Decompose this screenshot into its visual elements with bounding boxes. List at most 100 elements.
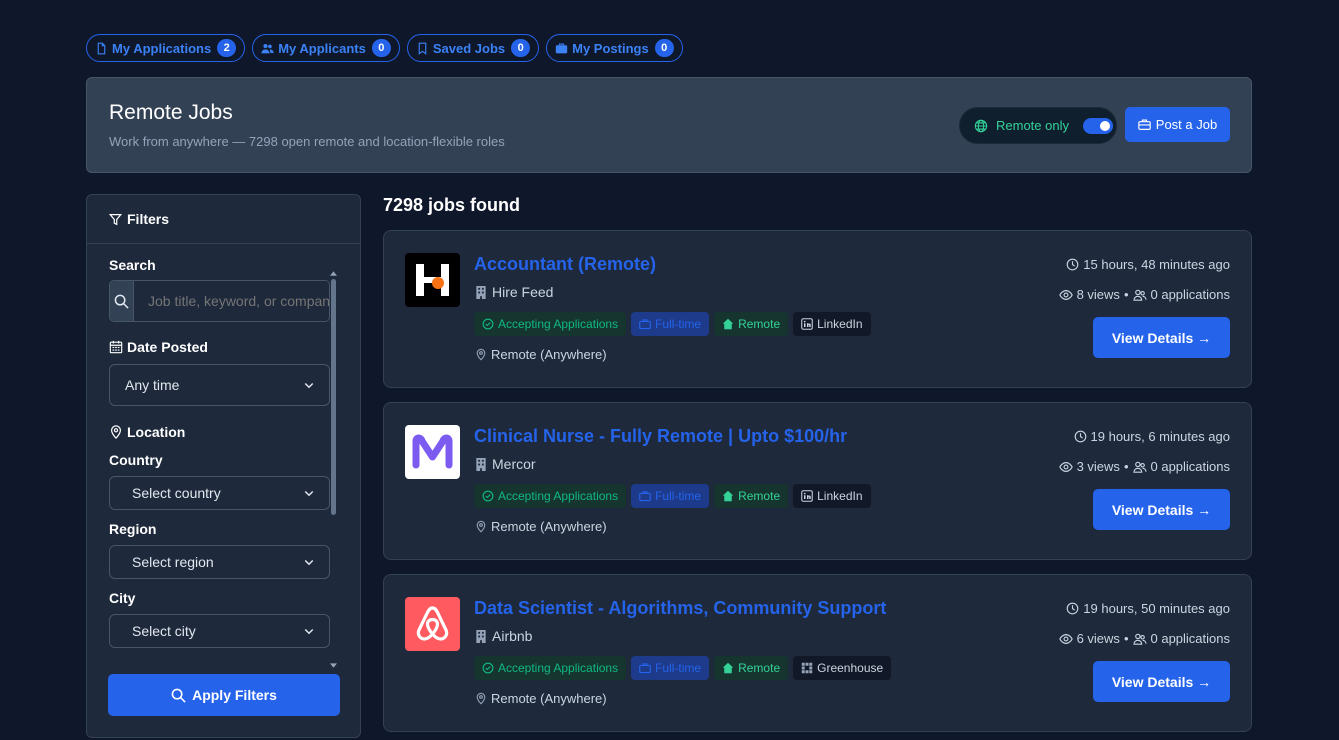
company-name: Airbnb xyxy=(475,628,532,644)
count-badge: 0 xyxy=(371,39,391,57)
chevron-down-icon xyxy=(304,490,314,497)
remote-text: Remote xyxy=(738,317,781,331)
check-circle-icon xyxy=(482,662,494,674)
remote-text: Remote xyxy=(738,489,781,503)
tab-my-applicants[interactable]: My Applicants 0 xyxy=(252,34,400,62)
remote-badge: Remote xyxy=(714,656,789,680)
tab-saved-jobs[interactable]: Saved Jobs 0 xyxy=(406,34,540,62)
applications-text: 0 applications xyxy=(1150,287,1231,302)
count-badge: 0 xyxy=(511,39,531,57)
briefcase-icon xyxy=(639,319,651,330)
job-stats: 8 views • 0 applications xyxy=(1058,287,1231,302)
location-text: Location xyxy=(127,424,186,440)
search-icon xyxy=(171,688,186,703)
toggle-switch[interactable] xyxy=(1082,117,1113,134)
briefcase-icon xyxy=(639,663,651,674)
briefcase-icon xyxy=(639,491,651,502)
job-location: Remote (Anywhere) xyxy=(475,519,607,534)
date-posted-value: Any time xyxy=(125,377,180,393)
country-select[interactable]: Select country xyxy=(109,476,330,510)
map-pin-icon xyxy=(111,425,121,439)
filters-scrollbar[interactable] xyxy=(330,271,337,668)
posted-text: 19 hours, 50 minutes ago xyxy=(1083,601,1230,616)
job-title-link[interactable]: Clinical Nurse - Fully Remote | Upto $10… xyxy=(474,426,847,447)
filter-icon xyxy=(109,213,122,225)
apply-filters-button[interactable]: Apply Filters xyxy=(108,674,340,716)
views-text: 3 views xyxy=(1076,459,1120,474)
post-job-button[interactable]: Post a Job xyxy=(1125,107,1230,142)
house-icon xyxy=(722,490,734,502)
page-title: Remote Jobs xyxy=(109,101,233,124)
job-location: Remote (Anywhere) xyxy=(475,691,607,706)
apply-filters-label: Apply Filters xyxy=(192,687,277,703)
status-text: Accepting Applications xyxy=(498,661,619,675)
calendar-icon xyxy=(109,340,123,354)
posted-time: 19 hours, 6 minutes ago xyxy=(1074,429,1230,444)
location-text: Remote (Anywhere) xyxy=(491,519,607,534)
house-icon xyxy=(722,662,734,674)
search-label: Search xyxy=(109,257,156,273)
source-badge: Greenhouse xyxy=(793,656,892,680)
tab-my-applications[interactable]: My Applications 2 xyxy=(86,34,246,62)
job-card: Accountant (Remote) Hire Feed Accepting … xyxy=(383,230,1252,388)
city-select[interactable]: Select city xyxy=(109,614,330,648)
users-icon xyxy=(1132,289,1147,301)
job-badges: Accepting Applications Full-time Remote … xyxy=(474,656,892,680)
users-icon xyxy=(261,43,274,53)
view-details-button[interactable]: View Details → xyxy=(1093,489,1230,530)
tab-label: My Applicants xyxy=(278,40,366,56)
source-text: Greenhouse xyxy=(817,661,884,675)
remote-only-toggle[interactable]: Remote only xyxy=(959,107,1117,144)
briefcase-icon xyxy=(555,42,568,53)
company-name: Hire Feed xyxy=(475,284,553,300)
tab-my-postings[interactable]: My Postings 0 xyxy=(546,34,683,62)
scroll-down-arrow-icon xyxy=(330,663,337,668)
view-details-button[interactable]: View Details → xyxy=(1093,317,1230,358)
filters-heading: Filters xyxy=(127,211,170,227)
job-title-link[interactable]: Accountant (Remote) xyxy=(474,254,656,275)
job-type-text: Full-time xyxy=(655,661,702,675)
region-select[interactable]: Select region xyxy=(109,545,330,579)
check-circle-icon xyxy=(482,318,494,330)
remote-badge: Remote xyxy=(714,312,789,336)
chevron-down-icon xyxy=(304,559,314,566)
job-card: Clinical Nurse - Fully Remote | Upto $10… xyxy=(383,402,1252,560)
source-badge: LinkedIn xyxy=(793,312,871,336)
search-icon-box xyxy=(110,281,134,321)
filters-body: Search Date Posted Any time Location Cou… xyxy=(109,257,330,648)
job-title-link[interactable]: Data Scientist - Algorithms, Community S… xyxy=(474,598,886,619)
job-type-text: Full-time xyxy=(655,317,702,331)
filters-header: Filters xyxy=(87,195,360,244)
map-pin-icon xyxy=(476,520,486,533)
views-text: 8 views xyxy=(1076,287,1120,302)
search-icon xyxy=(114,294,129,309)
job-type-text: Full-time xyxy=(655,489,702,503)
building-icon xyxy=(476,457,486,471)
remote-text: Remote xyxy=(738,661,781,675)
job-stats: 3 views • 0 applications xyxy=(1058,459,1230,474)
eye-icon xyxy=(1058,461,1073,472)
clock-icon xyxy=(1074,430,1086,443)
greenhouse-icon xyxy=(801,662,813,674)
count-badge: 0 xyxy=(654,39,674,57)
building-icon xyxy=(476,629,486,643)
region-value: Select region xyxy=(132,554,214,570)
company-logo xyxy=(405,425,460,479)
search-input[interactable] xyxy=(134,281,329,321)
results-count: 7298 jobs found xyxy=(383,195,521,215)
tab-label: My Postings xyxy=(572,40,649,56)
filters-sidebar: Filters Search Date Posted Any time Loca… xyxy=(86,194,361,738)
view-details-button[interactable]: View Details → xyxy=(1093,661,1230,702)
scrollbar-thumb[interactable] xyxy=(331,279,336,515)
source-text: LinkedIn xyxy=(817,489,863,503)
region-label: Region xyxy=(109,521,157,537)
date-posted-text: Date Posted xyxy=(127,339,208,355)
users-icon xyxy=(1132,633,1147,645)
job-type-badge: Full-time xyxy=(631,656,710,680)
linkedin-icon xyxy=(801,318,813,330)
page-subtitle: Work from anywhere — 7298 open remote an… xyxy=(109,134,505,149)
city-label: City xyxy=(109,590,136,606)
date-posted-select[interactable]: Any time xyxy=(109,364,330,406)
job-badges: Accepting Applications Full-time Remote … xyxy=(474,312,871,336)
map-pin-icon xyxy=(476,692,486,705)
